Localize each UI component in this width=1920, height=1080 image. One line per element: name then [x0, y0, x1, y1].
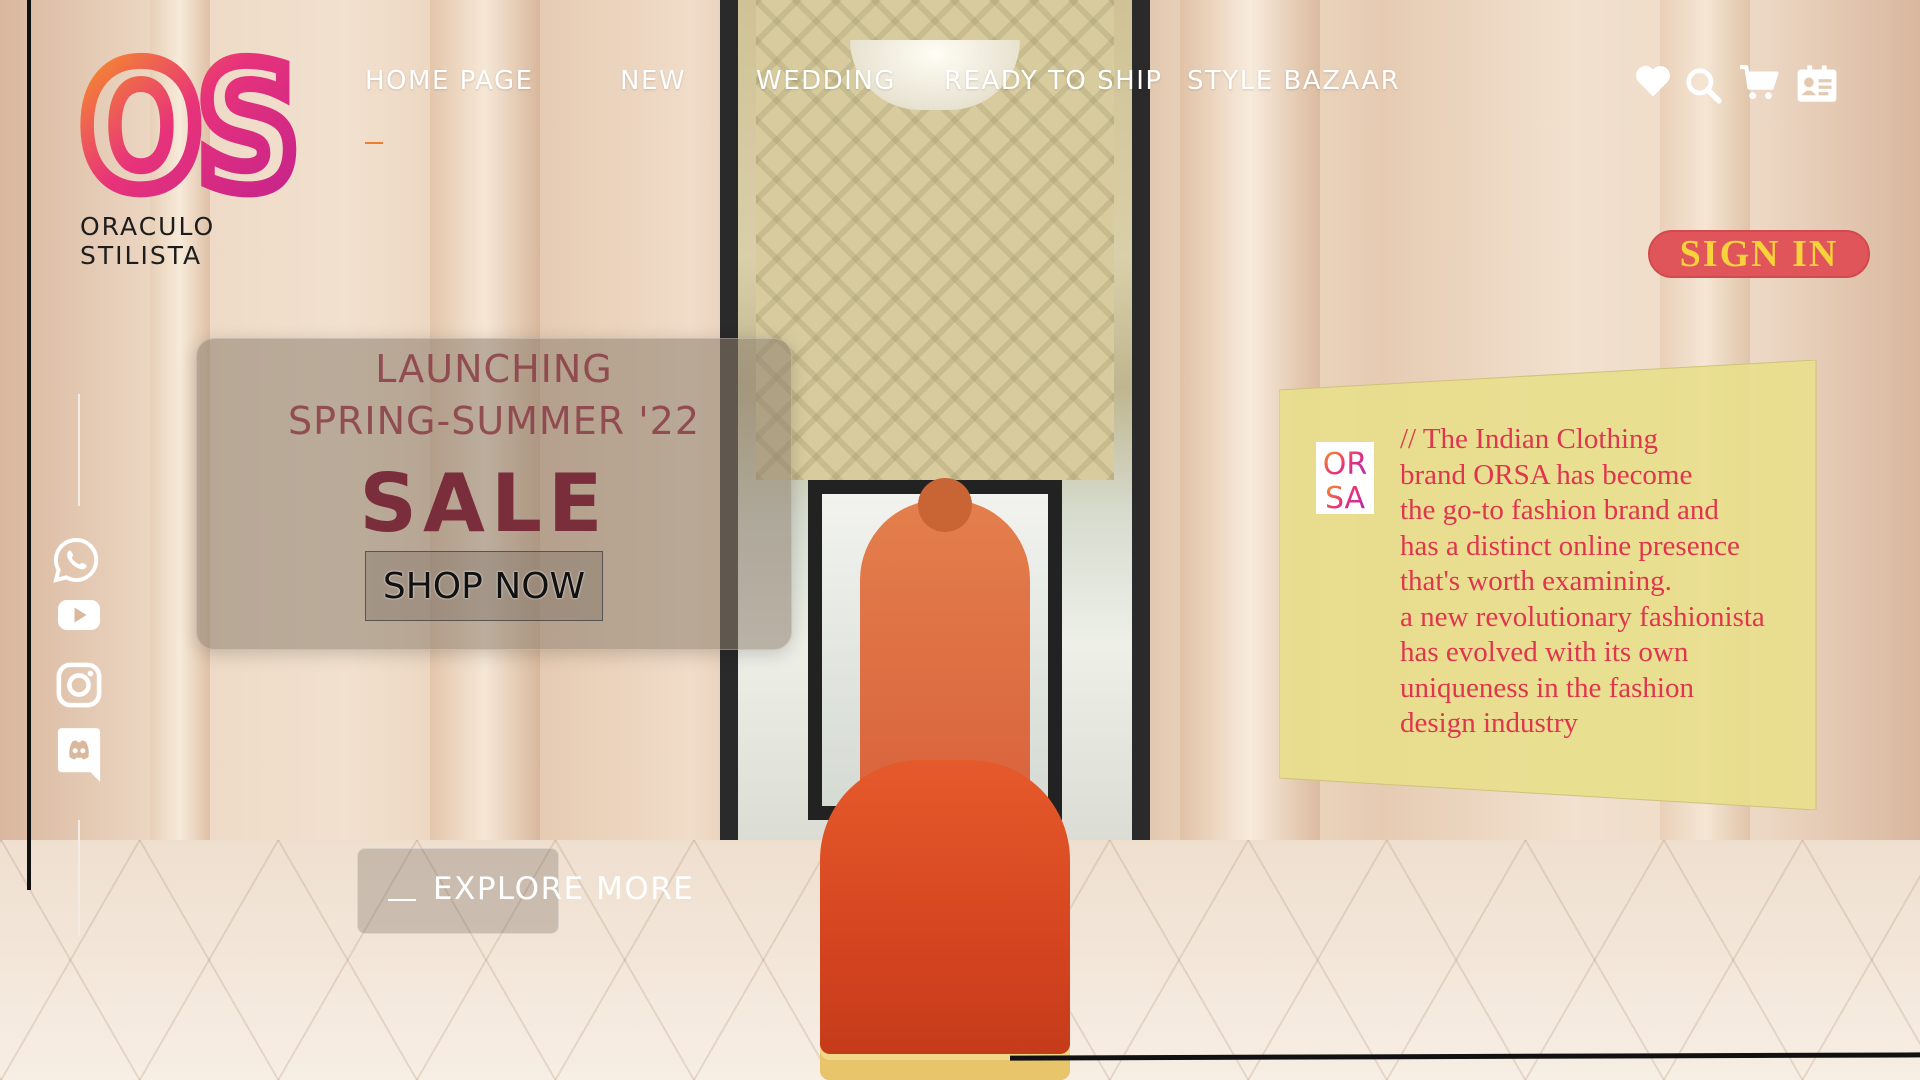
quote-line: design industry [1400, 707, 1579, 739]
quote-line: the go-to fashion brand and [1400, 494, 1719, 526]
explore-more-button[interactable]: EXPLORE MORE [357, 848, 693, 934]
heart-icon[interactable] [1634, 64, 1672, 98]
brand-name: ORACULO STILISTA [80, 212, 216, 270]
nav-home-page[interactable]: HOME PAGE [365, 66, 534, 96]
nav-active-indicator [365, 142, 383, 144]
promo-sale-headline: SALE [359, 457, 609, 550]
discord-icon[interactable] [56, 726, 102, 784]
explore-dash [388, 899, 416, 901]
cart-icon[interactable] [1738, 64, 1780, 102]
nav-new[interactable]: NEW [620, 66, 686, 96]
svg-text:SA: SA [1325, 481, 1366, 514]
whatsapp-icon[interactable] [52, 536, 100, 584]
contact-card-icon[interactable] [1796, 64, 1838, 104]
quote-line: that's worth examining. [1400, 565, 1672, 597]
sidebar-divider-bottom [78, 820, 80, 936]
quote-card: OR SA // The Indian Clothing brand ORSA … [1279, 360, 1819, 810]
promo-card: LAUNCHING SPRING-SUMMER '22 SALE SHOP NO… [196, 338, 792, 650]
quote-line: has a distinct online presence [1400, 529, 1740, 562]
instagram-icon[interactable] [56, 662, 102, 708]
explore-more-label: EXPLORE MORE [433, 871, 695, 907]
orsa-logo: OR SA [1316, 442, 1374, 514]
svg-text:OS: OS [80, 42, 295, 202]
quote-text: // The Indian Clothing brand ORSA has be… [1400, 422, 1810, 742]
shop-now-button[interactable]: SHOP NOW [365, 551, 603, 621]
quote-line: brand ORSA has become [1400, 458, 1693, 491]
nav-ready-to-ship[interactable]: READY TO SHIP [944, 66, 1163, 96]
quote-line: has evolved with its own [1400, 636, 1689, 668]
quote-line: // The Indian Clothing [1400, 423, 1659, 455]
svg-text:OR: OR [1323, 447, 1367, 482]
frame-line-left [27, 0, 31, 890]
quote-line: uniqueness in the fashion [1400, 671, 1694, 704]
youtube-icon[interactable] [58, 598, 100, 632]
brand-logo[interactable]: OS ORACULO STILISTA [80, 42, 310, 270]
bride-figure [820, 478, 1070, 1080]
nav-wedding[interactable]: WEDDING [756, 66, 896, 96]
nav-style-bazaar[interactable]: STYLE BAZAAR [1187, 66, 1400, 96]
quote-line: a new revolutionary fashionista [1400, 600, 1765, 633]
promo-line-launching: LAUNCHING [375, 347, 613, 391]
promo-line-season: SPRING-SUMMER '22 [287, 399, 701, 443]
sign-in-button[interactable]: SIGN IN [1648, 230, 1870, 278]
search-icon[interactable] [1684, 66, 1722, 104]
sidebar-divider-top [78, 394, 80, 506]
os-logo-mark: OS [80, 42, 302, 202]
